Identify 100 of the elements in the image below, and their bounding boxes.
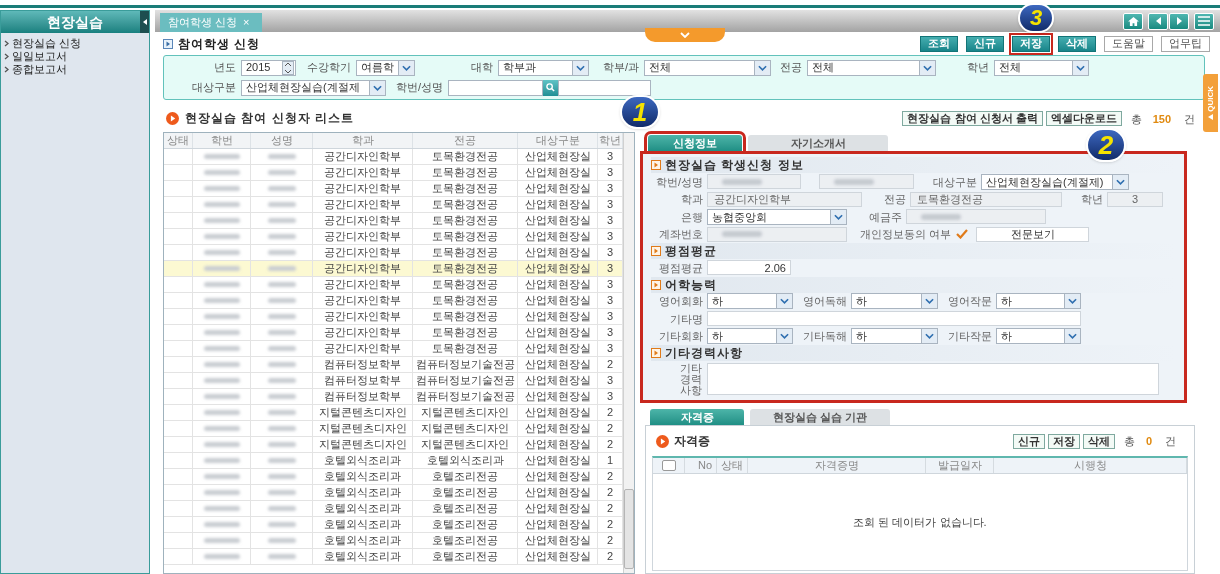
- dropdown[interactable]: 하: [996, 328, 1081, 345]
- dropdown[interactable]: 여름학: [356, 59, 415, 76]
- sidebar-item[interactable]: 종합보고서: [1, 63, 149, 76]
- dropdown[interactable]: 하: [707, 293, 793, 310]
- redacted-text: [267, 298, 296, 303]
- panel-title: 자격증: [674, 433, 710, 450]
- table-cell: 산업체현장실: [518, 229, 598, 244]
- sidebar-title: 현장실습: [47, 12, 103, 32]
- stepper-icon[interactable]: [282, 60, 294, 75]
- callout-badge: 1: [620, 95, 660, 129]
- redacted-text: [203, 282, 240, 287]
- table-cell: 산업체현장실: [518, 325, 598, 340]
- redacted-text: [203, 266, 240, 271]
- field-label: 영어작문: [947, 294, 992, 309]
- dropdown[interactable]: 하: [851, 328, 938, 345]
- table-row[interactable]: 컴퓨터정보학부 컴퓨터정보기술전공 산업체현장실 2: [164, 357, 623, 373]
- field-label: 대상구분: [932, 174, 977, 190]
- scrollbar[interactable]: [623, 133, 634, 573]
- redacted-text: [267, 506, 296, 511]
- play-circle-icon: [166, 111, 179, 125]
- tab[interactable]: 자기소개서: [748, 135, 888, 151]
- table-row[interactable]: 공간디자인학부 토목환경전공 산업체현장실 3: [164, 197, 623, 213]
- field-label: 개인정보동의 여부: [858, 227, 951, 242]
- table-row[interactable]: 호텔외식조리과 호텔조리전공 산업체현장실 2: [164, 469, 623, 485]
- table-row[interactable]: 공간디자인학부 토목환경전공 산업체현장실 3: [164, 213, 623, 229]
- table-cell: 산업체현장실: [518, 149, 598, 164]
- number-field[interactable]: 2015: [241, 59, 296, 76]
- table-cell: 공간디자인학부: [313, 181, 413, 196]
- action-button[interactable]: 저장: [1047, 433, 1080, 449]
- total-label: 총: [1123, 433, 1135, 449]
- dropdown[interactable]: 산업체현장실습(계절제): [981, 173, 1129, 190]
- next-button[interactable]: [1169, 12, 1189, 30]
- table-row[interactable]: 공간디자인학부 토목환경전공 산업체현장실 3: [164, 149, 623, 165]
- section-title: 어학능력: [665, 276, 717, 294]
- number-field[interactable]: 2.06: [707, 260, 791, 276]
- checkbox[interactable]: [661, 460, 676, 471]
- action-button[interactable]: 신규: [1012, 433, 1045, 449]
- table-row[interactable]: 호텔외식조리과 호텔조리전공 산업체현장실 2: [164, 485, 623, 501]
- table-row[interactable]: 공간디자인학부 토목환경전공 산업체현장실 3: [164, 341, 623, 357]
- table-row[interactable]: 공간디자인학부 토목환경전공 산업체현장실 3: [164, 261, 623, 277]
- dropdown[interactable]: 산업체현장실습(계절제: [241, 79, 386, 96]
- scrollbar-thumb[interactable]: [624, 489, 634, 569]
- dropdown[interactable]: 하: [707, 328, 793, 345]
- table-row[interactable]: 호텔외식조리과 호텔조리전공 산업체현장실 2: [164, 517, 623, 533]
- dropdown[interactable]: 하: [996, 293, 1081, 310]
- table-cell: 호텔조리전공: [413, 485, 518, 500]
- checkbox[interactable]: [955, 227, 969, 242]
- toolbar-button[interactable]: 도움말: [1104, 35, 1153, 52]
- dropdown[interactable]: 전체: [994, 59, 1089, 76]
- toolbar-button[interactable]: 업무팁: [1161, 35, 1210, 52]
- table-row[interactable]: 컴퓨터정보학부 컴퓨터정보기술전공 산업체현장실 3: [164, 373, 623, 389]
- action-button[interactable]: 엑셀다운로드: [1045, 111, 1122, 127]
- table-row[interactable]: 공간디자인학부 토목환경전공 산업체현장실 3: [164, 309, 623, 325]
- redacted-text: [203, 186, 240, 191]
- table-row[interactable]: 공간디자인학부 토목환경전공 산업체현장실 3: [164, 277, 623, 293]
- previous-button[interactable]: [1148, 12, 1168, 30]
- home-button[interactable]: [1123, 12, 1143, 30]
- table-row[interactable]: 공간디자인학부 토목환경전공 산업체현장실 3: [164, 245, 623, 261]
- dropdown[interactable]: 전체: [644, 59, 771, 76]
- table-row[interactable]: 지털콘텐츠디자인 지털콘텐츠디자인 산업체현장실 2: [164, 437, 623, 453]
- text-field[interactable]: [558, 79, 651, 96]
- table-row[interactable]: 공간디자인학부 토목환경전공 산업체현장실 3: [164, 229, 623, 245]
- view-full-text-button[interactable]: 전문보기: [976, 226, 1089, 242]
- action-button[interactable]: 삭제: [1082, 433, 1115, 449]
- redacted-text: [267, 538, 296, 543]
- field-label: 은행: [680, 209, 703, 225]
- table-row[interactable]: 공간디자인학부 토목환경전공 산업체현장실 3: [164, 165, 623, 181]
- table-cell: 산업체현장실: [518, 453, 598, 468]
- table-row[interactable]: 호텔외식조리과 호텔외식조리과 산업체현장실 1: [164, 453, 623, 469]
- pull-down-tab[interactable]: [645, 28, 725, 42]
- dropdown[interactable]: 학부과: [498, 59, 589, 76]
- menu-button[interactable]: [1194, 12, 1214, 30]
- collapse-button[interactable]: [140, 11, 149, 33]
- table-row[interactable]: 호텔외식조리과 호텔조리전공 산업체현장실 2: [164, 501, 623, 517]
- table-row[interactable]: 호텔외식조리과 호텔조리전공 산업체현장실 2: [164, 533, 623, 549]
- sidebar-item[interactable]: 일일보고서: [1, 50, 149, 63]
- chevron-down-icon: [780, 333, 789, 340]
- table-row[interactable]: 공간디자인학부 토목환경전공 산업체현장실 3: [164, 181, 623, 197]
- dropdown[interactable]: 전체: [807, 59, 936, 76]
- search-field[interactable]: [448, 79, 543, 96]
- redacted-text: [267, 202, 296, 207]
- table-cell: 컴퓨터정보기술전공: [413, 373, 518, 388]
- table-cell: 호텔외식조리과: [313, 501, 413, 516]
- text-area[interactable]: [707, 363, 1159, 395]
- table-row[interactable]: 공간디자인학부 토목환경전공 산업체현장실 3: [164, 293, 623, 309]
- table-row[interactable]: 지털콘텐츠디자인 지털콘텐츠디자인 산업체현장실 2: [164, 421, 623, 437]
- action-button[interactable]: 현장실습 참여 신청서 출력: [902, 111, 1043, 127]
- sidebar-item[interactable]: 현장실습 신청: [1, 37, 149, 50]
- table-row[interactable]: 호텔외식조리과 호텔조리전공 산업체현장실 2: [164, 549, 623, 565]
- dropdown[interactable]: 하: [851, 293, 938, 310]
- menu-icon: [1198, 16, 1210, 26]
- text-field[interactable]: [707, 311, 1081, 327]
- table-row[interactable]: 지털콘텐츠디자인 지털콘텐츠디자인 산업체현장실 2: [164, 405, 623, 421]
- dropdown[interactable]: 농협중앙회: [707, 208, 847, 225]
- tab[interactable]: 현장실습 실습 기관: [750, 409, 890, 425]
- table-cell: 공간디자인학부: [313, 213, 413, 228]
- table-row[interactable]: 공간디자인학부 토목환경전공 산업체현장실 3: [164, 325, 623, 341]
- table-row[interactable]: 컴퓨터정보학부 컴퓨터정보기술전공 산업체현장실 3: [164, 389, 623, 405]
- section-title: 현장실습 학생신청 정보: [665, 157, 804, 174]
- search-button[interactable]: [543, 79, 558, 96]
